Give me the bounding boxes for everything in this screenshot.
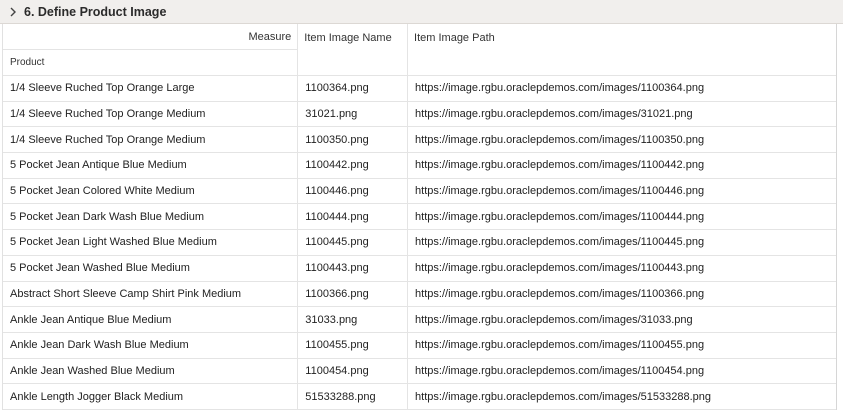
- chevron-right-icon[interactable]: [9, 7, 19, 17]
- image-name-cell[interactable]: 1100364.png: [297, 76, 407, 101]
- table-row: 5 Pocket Jean Light Washed Blue Medium 11…: [3, 230, 836, 256]
- product-dimension-header: Product: [10, 57, 45, 68]
- product-cell[interactable]: Ankle Jean Washed Blue Medium: [3, 359, 297, 384]
- table-row: 5 Pocket Jean Antique Blue Medium 1100442…: [3, 153, 836, 179]
- image-path-cell[interactable]: https://image.rgbu.oraclepdemos.com/imag…: [407, 255, 836, 281]
- table-row: Ankle Length Jogger Black Medium 51533288…: [3, 384, 836, 410]
- product-cell[interactable]: Abstract Short Sleeve Camp Shirt Pink Me…: [3, 282, 297, 307]
- image-name-cell[interactable]: 1100446.png: [297, 178, 407, 204]
- section-header[interactable]: 6. Define Product Image: [0, 0, 843, 24]
- product-cell[interactable]: 5 Pocket Jean Colored White Medium: [3, 179, 297, 204]
- product-cell[interactable]: 5 Pocket Jean Dark Wash Blue Medium: [3, 204, 297, 229]
- product-cell[interactable]: Ankle Jean Dark Wash Blue Medium: [3, 333, 297, 358]
- product-cell[interactable]: 1/4 Sleeve Ruched Top Orange Medium: [3, 102, 297, 127]
- image-path-cell[interactable]: https://image.rgbu.oraclepdemos.com/imag…: [407, 230, 836, 255]
- image-name-cell[interactable]: 1100444.png: [297, 204, 407, 230]
- image-name-cell[interactable]: 1100443.png: [297, 255, 407, 281]
- table-row: Ankle Jean Washed Blue Medium 1100454.png…: [3, 358, 836, 385]
- grid-header-left: Measure Product: [3, 24, 298, 75]
- image-name-cell[interactable]: 1100366.png: [297, 281, 407, 307]
- image-path-cell[interactable]: https://image.rgbu.oraclepdemos.com/imag…: [407, 153, 836, 178]
- image-path-cell[interactable]: https://image.rgbu.oraclepdemos.com/imag…: [407, 358, 836, 384]
- image-name-cell[interactable]: 51533288.png: [297, 384, 407, 409]
- product-cell[interactable]: 5 Pocket Jean Light Washed Blue Medium: [3, 230, 297, 255]
- image-path-cell[interactable]: https://image.rgbu.oraclepdemos.com/imag…: [407, 307, 836, 332]
- image-path-cell[interactable]: https://image.rgbu.oraclepdemos.com/imag…: [407, 178, 836, 204]
- table-row: Abstract Short Sleeve Camp Shirt Pink Me…: [3, 281, 836, 308]
- table-row: 5 Pocket Jean Colored White Medium 110044…: [3, 178, 836, 205]
- product-cell[interactable]: Ankle Jean Antique Blue Medium: [3, 307, 297, 332]
- image-path-cell[interactable]: https://image.rgbu.oraclepdemos.com/imag…: [407, 127, 836, 153]
- image-path-cell[interactable]: https://image.rgbu.oraclepdemos.com/imag…: [407, 101, 836, 127]
- grid-header: Measure Product Item Image Name Item Ima…: [3, 24, 836, 76]
- column-header-item-image-path[interactable]: Item Image Path: [407, 24, 836, 75]
- table-row: Ankle Jean Antique Blue Medium 31033.png h…: [3, 307, 836, 333]
- image-name-cell[interactable]: 1100455.png: [297, 332, 407, 358]
- table-row: 1/4 Sleeve Ruched Top Orange Medium 31021…: [3, 101, 836, 128]
- product-cell[interactable]: 5 Pocket Jean Antique Blue Medium: [3, 153, 297, 178]
- table-row: 5 Pocket Jean Dark Wash Blue Medium 11004…: [3, 204, 836, 231]
- table-row: 5 Pocket Jean Washed Blue Medium 1100443.…: [3, 255, 836, 282]
- section-title: 6. Define Product Image: [24, 4, 167, 19]
- table-row: 1/4 Sleeve Ruched Top Orange Medium 11003…: [3, 127, 836, 154]
- image-name-cell[interactable]: 31021.png: [297, 101, 407, 127]
- image-name-cell[interactable]: 1100454.png: [297, 358, 407, 384]
- image-path-cell[interactable]: https://image.rgbu.oraclepdemos.com/imag…: [407, 281, 836, 307]
- image-name-cell[interactable]: 1100445.png: [297, 230, 407, 255]
- image-path-cell[interactable]: https://image.rgbu.oraclepdemos.com/imag…: [407, 204, 836, 230]
- product-cell[interactable]: Ankle Length Jogger Black Medium: [3, 384, 297, 409]
- product-cell[interactable]: 5 Pocket Jean Washed Blue Medium: [3, 256, 297, 281]
- product-image-grid: Measure Product Item Image Name Item Ima…: [2, 24, 837, 410]
- table-row: Ankle Jean Dark Wash Blue Medium 1100455.…: [3, 332, 836, 359]
- image-path-cell[interactable]: https://image.rgbu.oraclepdemos.com/imag…: [407, 332, 836, 358]
- image-name-cell[interactable]: 1100350.png: [297, 127, 407, 153]
- grid-body: 1/4 Sleeve Ruched Top Orange Large 110036…: [3, 76, 836, 410]
- measure-header: Measure: [3, 24, 298, 50]
- image-name-cell[interactable]: 31033.png: [297, 307, 407, 332]
- product-cell[interactable]: 1/4 Sleeve Ruched Top Orange Large: [3, 76, 297, 101]
- image-path-cell[interactable]: https://image.rgbu.oraclepdemos.com/imag…: [407, 384, 836, 409]
- product-cell[interactable]: 1/4 Sleeve Ruched Top Orange Medium: [3, 127, 297, 152]
- image-path-cell[interactable]: https://image.rgbu.oraclepdemos.com/imag…: [407, 76, 836, 101]
- image-name-cell[interactable]: 1100442.png: [297, 153, 407, 178]
- column-header-item-image-name[interactable]: Item Image Name: [297, 24, 407, 75]
- table-row: 1/4 Sleeve Ruched Top Orange Large 110036…: [3, 76, 836, 102]
